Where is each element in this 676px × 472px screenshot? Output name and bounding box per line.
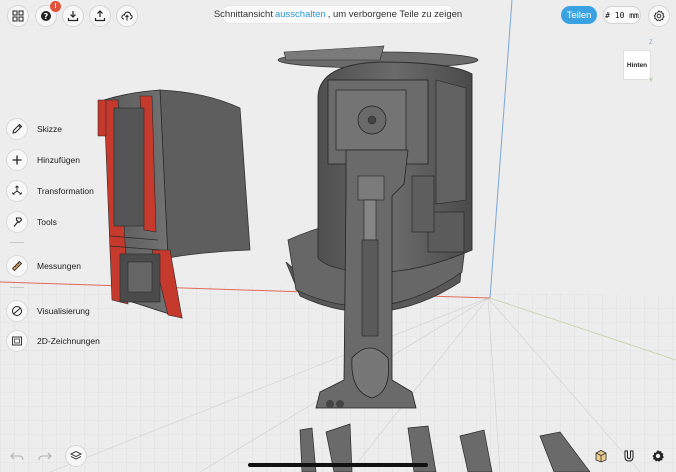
menu-item-measurements[interactable]: Messungen xyxy=(6,255,81,277)
menu-label: Transformation xyxy=(37,186,94,196)
scene-canvas[interactable] xyxy=(0,0,676,472)
y-axis-label: Y xyxy=(649,78,654,84)
redo-icon xyxy=(38,452,52,461)
materials-button[interactable] xyxy=(594,449,608,463)
menu-label: Messungen xyxy=(37,261,81,271)
menu-divider xyxy=(10,242,24,243)
import-button[interactable] xyxy=(62,5,84,27)
hint-prefix: Schnittansicht xyxy=(213,9,273,20)
home-indicator xyxy=(248,463,428,467)
menu-item-sketch[interactable]: Skizze xyxy=(6,118,62,140)
grid-size-selector[interactable]: # 10 mm xyxy=(603,6,641,24)
apps-grid-button[interactable] xyxy=(7,5,29,27)
download-icon xyxy=(67,11,79,22)
menu-item-visualization[interactable]: Visualisierung xyxy=(6,300,90,322)
magnet-icon xyxy=(624,450,634,462)
section-view-toggle-link[interactable]: ausschalten xyxy=(275,9,326,20)
cloud-upload-icon xyxy=(121,11,133,21)
3d-viewport[interactable] xyxy=(0,0,676,472)
share-button[interactable]: Teilen xyxy=(561,6,597,24)
menu-label: Visualisierung xyxy=(37,306,90,316)
hammer-icon xyxy=(6,211,28,233)
view-cube-face[interactable]: Hinten xyxy=(623,50,651,80)
move-arrows-icon xyxy=(6,180,28,202)
ruler-icon xyxy=(6,255,28,277)
upload-icon xyxy=(94,10,106,22)
question-icon: ? xyxy=(41,11,51,21)
view-cube[interactable]: Z Hinten Y xyxy=(619,40,655,86)
undo-button[interactable] xyxy=(10,450,24,462)
gear-icon xyxy=(653,10,665,22)
help-button[interactable]: ? ! xyxy=(35,1,61,27)
layers-button[interactable] xyxy=(65,445,87,467)
gear-icon xyxy=(652,450,664,462)
section-view-hint: Schnittansicht ausschalten , um verborge… xyxy=(214,6,462,23)
z-axis-label: Z xyxy=(649,40,653,46)
menu-divider xyxy=(10,287,24,288)
cloud-upload-button[interactable] xyxy=(116,5,138,27)
menu-item-transform[interactable]: Transformation xyxy=(6,180,94,202)
settings-button[interactable] xyxy=(648,5,670,27)
menu-label: Skizze xyxy=(37,124,63,134)
hint-suffix: , um verborgene Teile zu zeigen xyxy=(327,9,463,20)
notification-badge: ! xyxy=(50,1,61,12)
visualization-icon xyxy=(6,300,28,322)
snap-button[interactable] xyxy=(622,449,636,463)
drawing-icon xyxy=(6,330,28,352)
export-button[interactable] xyxy=(89,5,111,27)
layers-icon xyxy=(70,450,82,460)
menu-label: Hinzufügen xyxy=(37,155,81,165)
menu-label: 2D-Zeichnungen xyxy=(37,336,100,346)
scene-settings-button[interactable] xyxy=(651,449,665,463)
redo-button[interactable] xyxy=(38,450,52,462)
grid-icon xyxy=(12,10,24,22)
menu-item-tools[interactable]: Tools xyxy=(6,211,57,233)
menu-label: Tools xyxy=(37,217,57,227)
menu-item-2d-drawings[interactable]: 2D-Zeichnungen xyxy=(6,330,100,352)
undo-icon xyxy=(10,452,24,461)
pencil-icon xyxy=(6,118,28,140)
plus-icon xyxy=(6,149,28,171)
box-icon xyxy=(595,450,607,463)
svg-text:?: ? xyxy=(44,12,49,21)
menu-item-add[interactable]: Hinzufügen xyxy=(6,149,80,171)
